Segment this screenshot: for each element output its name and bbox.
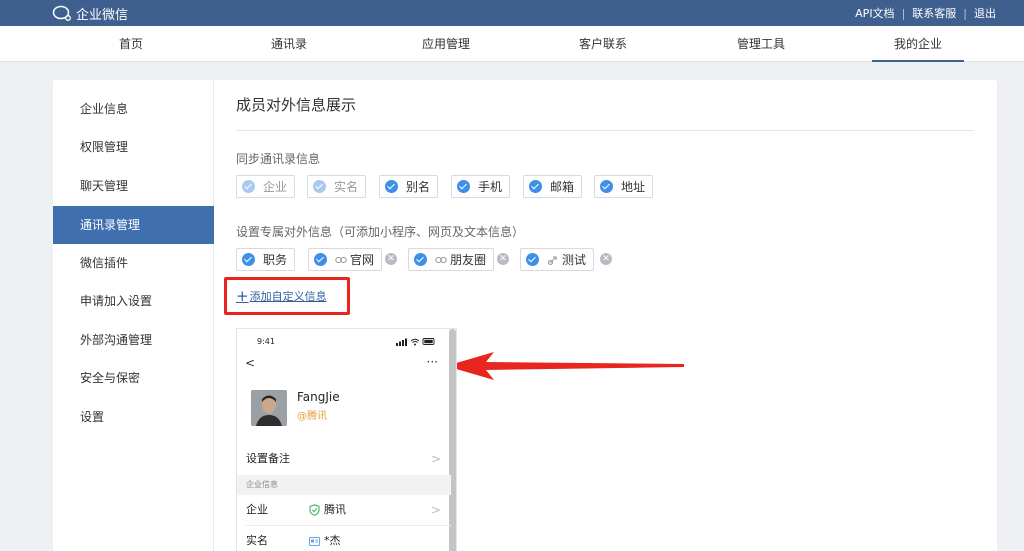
tag-label: 实名 bbox=[334, 180, 359, 194]
check-icon bbox=[526, 253, 539, 266]
sidebar-item-settings[interactable]: 设置 bbox=[53, 398, 214, 436]
avatar bbox=[251, 390, 287, 426]
custom-tag-website[interactable]: 官网 bbox=[308, 248, 383, 271]
tag-label: 朋友圈 bbox=[450, 253, 487, 267]
sync-tag-alias[interactable]: 别名 bbox=[379, 175, 439, 198]
nav-my-enterprise[interactable]: 我的企业 bbox=[871, 26, 965, 62]
link-icon bbox=[335, 256, 347, 263]
link-icon bbox=[435, 256, 447, 263]
sync-tag-mobile[interactable]: 手机 bbox=[451, 175, 511, 198]
logo-text: 企业微信 bbox=[76, 7, 129, 23]
check-icon bbox=[242, 253, 255, 266]
sidebar-item-permissions[interactable]: 权限管理 bbox=[53, 128, 214, 166]
enterprise-row[interactable]: 企业 腾讯 > bbox=[237, 495, 451, 525]
custom-section-label: 设置专属对外信息（可添加小程序、网页及文本信息） bbox=[236, 225, 525, 239]
add-custom-label: 添加自定义信息 bbox=[249, 290, 327, 303]
plus-icon: + bbox=[236, 287, 249, 305]
sidebar-item-chat[interactable]: 聊天管理 bbox=[53, 167, 214, 205]
nav-apps[interactable]: 应用管理 bbox=[422, 26, 470, 62]
sidebar-item-contacts-management[interactable]: 通讯录管理 bbox=[53, 206, 214, 244]
check-icon bbox=[313, 180, 326, 193]
sync-tag-real-name: 实名 bbox=[307, 175, 367, 198]
check-icon bbox=[414, 253, 427, 266]
sync-section-label: 同步通讯录信息 bbox=[236, 152, 321, 166]
sidebar: 企业信息 权限管理 聊天管理 通讯录管理 微信插件 申请加入设置 外部沟通管理 … bbox=[53, 80, 214, 551]
custom-tag-moments[interactable]: 朋友圈 bbox=[408, 248, 495, 271]
profile-name: FangJie bbox=[297, 390, 340, 404]
status-time: 9:41 bbox=[257, 337, 275, 346]
sidebar-item-security[interactable]: 安全与保密 bbox=[53, 359, 214, 397]
row-value: 腾讯 bbox=[309, 495, 346, 525]
annotation-arrow-icon bbox=[446, 352, 684, 380]
row-label: 设置备注 bbox=[246, 452, 290, 465]
back-chevron-icon[interactable]: < bbox=[245, 356, 255, 370]
divider bbox=[236, 130, 974, 131]
check-icon bbox=[600, 180, 613, 193]
tag-label: 手机 bbox=[478, 180, 503, 194]
chevron-right-icon: > bbox=[430, 503, 441, 517]
api-docs-link[interactable]: API文档 bbox=[855, 5, 894, 21]
remove-test-icon[interactable]: ✕ bbox=[600, 253, 612, 265]
check-icon bbox=[242, 180, 255, 193]
profile-preview: 9:41 < ··· FangJie @腾讯 设置备注 > 企业信息 企业 腾讯… bbox=[236, 328, 457, 551]
profile-org: @腾讯 bbox=[297, 411, 327, 422]
sidebar-item-enterprise-info[interactable]: 企业信息 bbox=[53, 90, 214, 128]
main-nav: 首页 通讯录 应用管理 客户联系 管理工具 我的企业 bbox=[0, 26, 1024, 62]
nav-customers[interactable]: 客户联系 bbox=[579, 26, 627, 62]
nav-tools[interactable]: 管理工具 bbox=[737, 26, 785, 62]
check-icon bbox=[529, 180, 542, 193]
chat-logo-icon bbox=[52, 5, 71, 21]
annotation-highlight-box: + 添加自定义信息 bbox=[224, 277, 350, 315]
logo[interactable]: 企业微信 bbox=[52, 4, 129, 23]
more-icon[interactable]: ··· bbox=[427, 355, 438, 369]
separator: | bbox=[963, 6, 967, 20]
row-label: 企业 bbox=[246, 503, 268, 516]
check-icon bbox=[314, 253, 327, 266]
person-photo-icon bbox=[251, 390, 287, 426]
row-label: 实名 bbox=[246, 534, 268, 547]
verified-shield-icon bbox=[309, 504, 320, 516]
nav-contacts[interactable]: 通讯录 bbox=[271, 26, 307, 62]
tag-label: 地址 bbox=[621, 180, 646, 194]
logout-link[interactable]: 退出 bbox=[974, 5, 996, 21]
custom-tag-test[interactable]: 测试 bbox=[520, 248, 595, 271]
top-links: API文档 | 联系客服 | 退出 bbox=[855, 5, 996, 21]
separator: | bbox=[901, 6, 906, 20]
tag-label: 官网 bbox=[350, 253, 375, 267]
status-bar-icons bbox=[396, 338, 435, 346]
row-value: *杰 bbox=[309, 526, 341, 551]
remove-website-icon[interactable]: ✕ bbox=[385, 253, 397, 265]
contact-support-link[interactable]: 联系客服 bbox=[912, 5, 956, 21]
sync-tag-address[interactable]: 地址 bbox=[594, 175, 654, 198]
custom-tag-position[interactable]: 职务 bbox=[236, 248, 296, 271]
sidebar-item-join-settings[interactable]: 申请加入设置 bbox=[53, 282, 214, 320]
tag-label: 别名 bbox=[406, 180, 431, 194]
main-panel: 成员对外信息展示 同步通讯录信息 企业 实名 别名 手机 邮箱 地址 设置专属对… bbox=[214, 80, 997, 551]
chevron-right-icon: > bbox=[430, 452, 441, 466]
tag-label: 邮箱 bbox=[550, 180, 575, 194]
sync-tag-email[interactable]: 邮箱 bbox=[523, 175, 583, 198]
content-card: 企业信息 权限管理 聊天管理 通讯录管理 微信插件 申请加入设置 外部沟通管理 … bbox=[53, 80, 997, 551]
nav-home[interactable]: 首页 bbox=[119, 26, 143, 62]
remove-moments-icon[interactable]: ✕ bbox=[497, 253, 509, 265]
id-card-icon bbox=[309, 536, 320, 546]
tag-label: 职务 bbox=[263, 253, 288, 267]
sidebar-item-external-communication[interactable]: 外部沟通管理 bbox=[53, 321, 214, 359]
sidebar-item-wechat-plugin[interactable]: 微信插件 bbox=[53, 244, 214, 282]
check-icon bbox=[457, 180, 470, 193]
tag-label: 测试 bbox=[562, 253, 587, 267]
add-custom-info-link[interactable]: + 添加自定义信息 bbox=[236, 288, 327, 304]
mini-program-icon bbox=[547, 255, 557, 265]
tag-label: 企业 bbox=[263, 180, 288, 194]
real-name-row: 实名 *杰 bbox=[237, 526, 451, 551]
remark-row[interactable]: 设置备注 > bbox=[237, 444, 451, 474]
page-title: 成员对外信息展示 bbox=[236, 96, 357, 114]
sync-tag-enterprise: 企业 bbox=[236, 175, 296, 198]
top-bar: 企业微信 API文档 | 联系客服 | 退出 bbox=[0, 0, 1024, 26]
check-icon bbox=[385, 180, 398, 193]
section-header: 企业信息 bbox=[237, 475, 451, 495]
